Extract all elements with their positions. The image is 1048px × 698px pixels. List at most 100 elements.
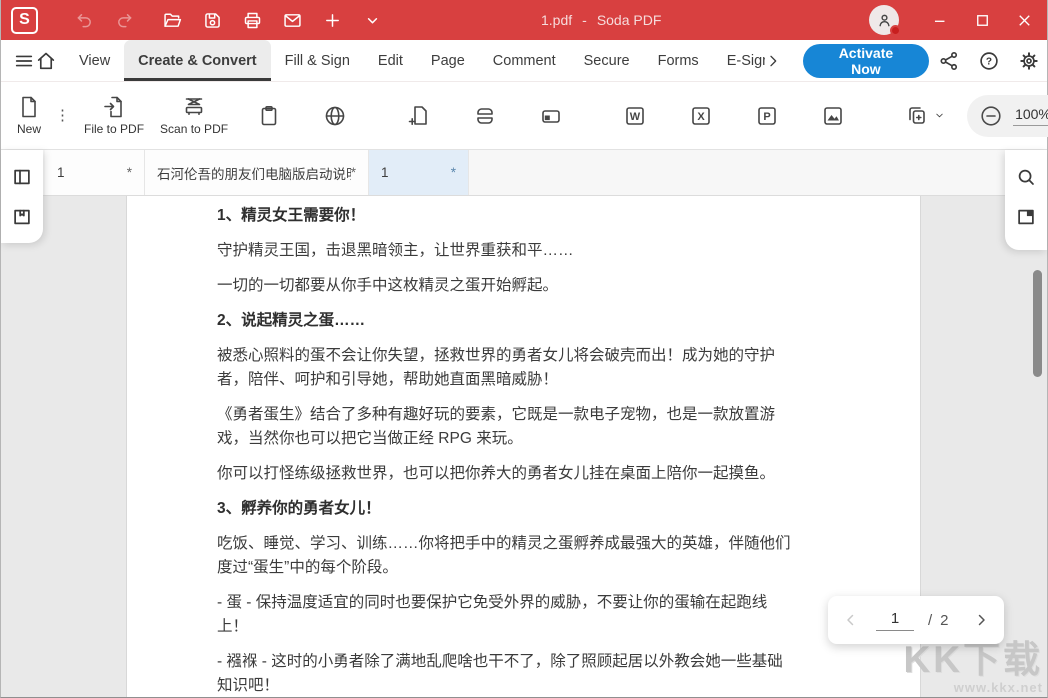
account-avatar[interactable]	[869, 5, 899, 35]
tab-forms[interactable]: Forms	[644, 40, 713, 81]
merge-files-icon[interactable]	[897, 100, 954, 132]
scan-to-pdf-button[interactable]: Scan to PDF	[152, 91, 236, 140]
doc-heading: 2、说起精灵之蛋……	[217, 309, 794, 333]
new-document-button[interactable]: New	[9, 91, 49, 140]
paste-clipboard-icon[interactable]	[249, 100, 289, 132]
svg-text:P: P	[763, 111, 770, 123]
convert-to-word-icon[interactable]: W	[615, 100, 655, 132]
main-area: 1 * 石河伦吾的朋友们电脑版启动说明 * 1 * 1、精灵女王需要你！ 守护精…	[1, 150, 1047, 697]
doc-paragraph: 吃饭、睡觉、学习、训练……你将把手中的精灵之蛋孵养成最强大的英雄，伴随他们度过“…	[217, 532, 794, 580]
toolbar: New ⋮ File to PDF Scan to PDF W	[1, 82, 1047, 150]
document-tab-2[interactable]: 石河伦吾的朋友们电脑版启动说明 *	[145, 150, 369, 195]
convert-to-image-icon[interactable]	[813, 100, 853, 132]
document-tab-3-active[interactable]: 1 *	[369, 150, 469, 195]
tab-label: 1	[57, 165, 65, 180]
zoom-level-dropdown[interactable]: 100%	[1013, 106, 1048, 126]
help-icon[interactable]: ?	[969, 50, 1009, 72]
open-file-icon[interactable]	[160, 8, 184, 32]
menu-overflow-chevron-icon[interactable]	[765, 40, 781, 81]
window-title: 1.pdf - Soda PDF	[541, 0, 661, 40]
tab-edit[interactable]: Edit	[364, 40, 417, 81]
tab-page[interactable]: Page	[417, 40, 479, 81]
doc-paragraph: - 蛋 - 保持温度适宜的同时也要保护它免受外界的威胁，不要让你的蛋输在起跑线上…	[217, 591, 794, 639]
share-icon[interactable]	[929, 50, 969, 72]
new-document-label: New	[17, 122, 41, 136]
doc-heading: 1、精灵女王需要你！	[217, 204, 794, 228]
doc-heading: 3、孵养你的勇者女儿！	[217, 497, 794, 521]
tab-modified-star: *	[119, 165, 132, 180]
split-document-icon[interactable]	[465, 100, 505, 132]
menubar-right-icons: ?	[929, 40, 1048, 81]
document-tabbar: 1 * 石河伦吾的朋友们电脑版启动说明 * 1 *	[1, 150, 1047, 196]
tab-modified-star: *	[443, 165, 456, 180]
tab-secure[interactable]: Secure	[570, 40, 644, 81]
titlebar-right	[869, 0, 1039, 40]
tab-create-and-convert[interactable]: Create & Convert	[124, 40, 270, 81]
tab-comment[interactable]: Comment	[479, 40, 570, 81]
tab-fill-and-sign[interactable]: Fill & Sign	[271, 40, 364, 81]
insert-page-icon[interactable]	[399, 100, 439, 132]
convert-to-powerpoint-icon[interactable]: P	[747, 100, 787, 132]
kebab-menu-icon[interactable]: ⋮	[55, 113, 70, 118]
home-icon[interactable]	[35, 40, 57, 81]
doc-paragraph: 《勇者蛋生》结合了多种有趣好玩的要素，它既是一款电子宠物，也是一款放置游戏，当然…	[217, 403, 794, 451]
print-icon[interactable]	[240, 8, 264, 32]
svg-text:?: ?	[986, 56, 992, 67]
chevron-down-icon[interactable]	[360, 8, 384, 32]
soda-pdf-window: S 1.pdf - Soda PDF	[0, 0, 1048, 698]
page-separator: /	[928, 612, 932, 629]
window-title-appname: Soda PDF	[597, 12, 662, 28]
undo-icon[interactable]	[72, 8, 96, 32]
left-panel-toolbar	[1, 150, 43, 243]
pdf-page: 1、精灵女王需要你！ 守护精灵王国，击退黑暗领主，让世界重获和平…… 一切的一切…	[126, 196, 921, 697]
scan-to-pdf-label: Scan to PDF	[160, 122, 228, 136]
tab-label: 石河伦吾的朋友们电脑版启动说明	[157, 163, 351, 183]
search-icon[interactable]	[1015, 166, 1037, 188]
maximize-button[interactable]	[967, 5, 997, 35]
menubar: View Create & Convert Fill & Sign Edit P…	[1, 40, 1047, 82]
next-page-icon[interactable]	[972, 611, 990, 629]
svg-text:W: W	[630, 111, 641, 123]
doc-paragraph: 你可以打怪练级拯救世界，也可以把你养大的勇者女儿挂在桌面上陪你一起摸鱼。	[217, 462, 794, 486]
hamburger-menu-icon[interactable]	[13, 40, 35, 81]
page-navigator: 1 / 2	[828, 596, 1004, 644]
watermark: KK下载 www.kkx.net	[904, 640, 1043, 695]
document-viewport[interactable]: 1、精灵女王需要你！ 守护精灵王国，击退黑暗领主，让世界重获和平…… 一切的一切…	[1, 196, 1047, 697]
document-tab-1[interactable]: 1 *	[45, 150, 145, 195]
thumbnails-panel-icon[interactable]	[1015, 206, 1037, 228]
window-title-separator: -	[582, 12, 587, 28]
redo-icon[interactable]	[112, 8, 136, 32]
close-button[interactable]	[1009, 5, 1039, 35]
sidebar-toggle-icon[interactable]	[11, 166, 33, 188]
menu-tabs: View Create & Convert Fill & Sign Edit P…	[65, 40, 765, 81]
watermark-text: KK下载	[904, 640, 1043, 680]
doc-paragraph: 守护精灵王国，击退黑暗领主，让世界重获和平……	[217, 239, 794, 263]
titlebar: S 1.pdf - Soda PDF	[1, 0, 1047, 40]
zoom-out-icon[interactable]	[979, 104, 1003, 128]
zoom-level-value: 100%	[1015, 106, 1048, 122]
email-icon[interactable]	[280, 8, 304, 32]
tab-esign[interactable]: E-Sign	[713, 40, 765, 81]
previous-page-icon[interactable]	[842, 611, 860, 629]
soda-logo: S	[11, 7, 38, 34]
tab-view[interactable]: View	[65, 40, 124, 81]
tab-modified-star: *	[351, 165, 356, 180]
web-to-pdf-globe-icon[interactable]	[315, 100, 355, 132]
tab-label: 1	[381, 165, 389, 180]
svg-text:X: X	[697, 111, 705, 123]
watermark-url: www.kkx.net	[904, 680, 1043, 695]
file-to-pdf-button[interactable]: File to PDF	[76, 91, 152, 140]
convert-to-excel-icon[interactable]: X	[681, 100, 721, 132]
bookmarks-panel-icon[interactable]	[11, 206, 33, 228]
current-page-field[interactable]: 1	[876, 610, 914, 631]
add-icon[interactable]	[320, 8, 344, 32]
settings-gear-icon[interactable]	[1009, 50, 1048, 72]
file-to-pdf-label: File to PDF	[84, 122, 144, 136]
zoom-control: 100%	[967, 95, 1048, 137]
doc-paragraph: 被悉心照料的蛋不会让你失望，拯救世界的勇者女儿将会破壳而出！成为她的守护者，陪伴…	[217, 344, 794, 392]
vertical-scrollbar-thumb[interactable]	[1033, 270, 1042, 377]
minimize-button[interactable]	[925, 5, 955, 35]
activate-now-button[interactable]: Activate Now	[803, 44, 929, 78]
rotate-page-icon[interactable]	[531, 100, 571, 132]
save-icon[interactable]	[200, 8, 224, 32]
